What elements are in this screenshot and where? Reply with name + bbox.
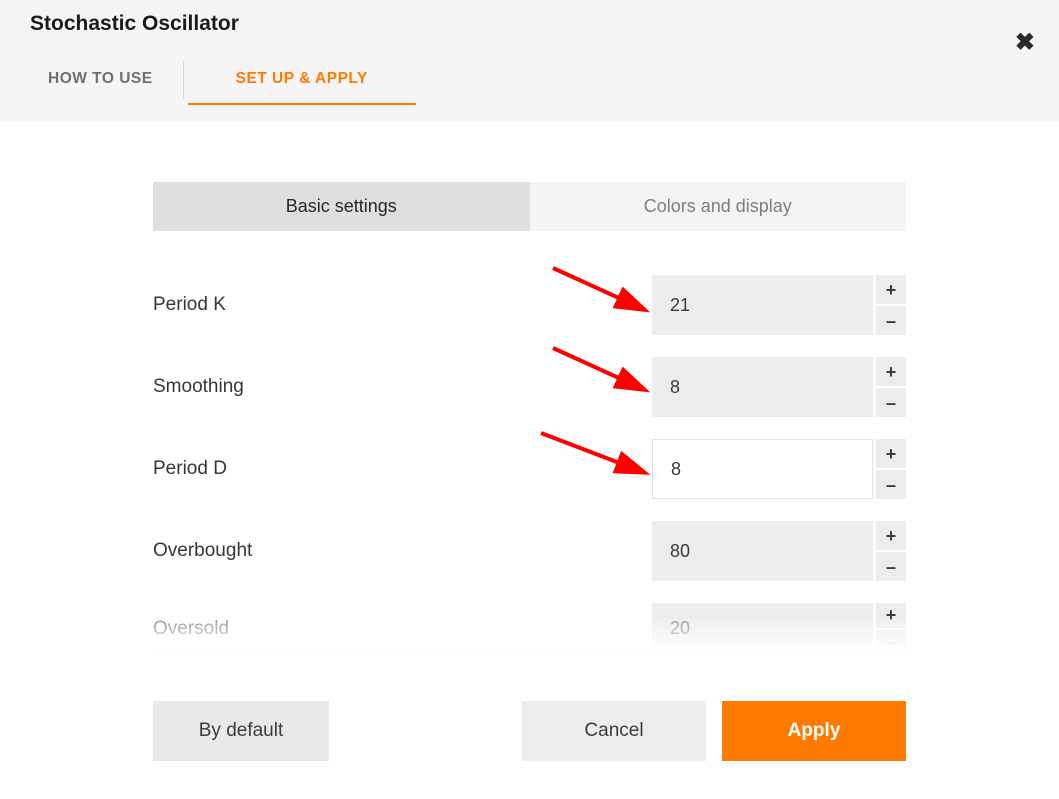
label-period-k: Period K [153,294,652,316]
label-overbought: Overbought [153,540,652,562]
tab-separator [183,61,184,99]
by-default-button[interactable]: By default [153,701,329,761]
tab-how-to-use[interactable]: HOW TO USE [30,56,179,104]
row-oversold: Oversold + – [153,603,906,655]
subtab-colors-display[interactable]: Colors and display [530,182,907,231]
plus-icon[interactable]: + [876,275,906,304]
tab-setup-apply[interactable]: SET UP & APPLY [188,56,416,104]
minus-icon[interactable]: – [876,552,906,581]
cancel-button[interactable]: Cancel [522,701,706,761]
stepper-period-k: + – [876,275,906,335]
row-overbought: Overbought + – [153,521,906,581]
dialog-title: Stochastic Oscillator [30,12,1029,36]
label-smoothing: Smoothing [153,376,652,398]
subtab-basic-settings[interactable]: Basic settings [153,182,530,231]
dialog-body: Basic settings Colors and display Period… [0,122,1059,761]
row-smoothing: Smoothing + – [153,357,906,417]
row-period-k: Period K + – [153,275,906,335]
input-smoothing[interactable] [652,357,873,417]
input-overbought[interactable] [652,521,873,581]
input-period-d[interactable] [652,439,873,499]
header-tabs: HOW TO USE SET UP & APPLY [30,56,1029,104]
plus-icon[interactable]: + [876,521,906,550]
input-oversold[interactable] [652,603,873,655]
input-period-k[interactable] [652,275,873,335]
label-oversold: Oversold [153,618,652,640]
stepper-smoothing: + – [876,357,906,417]
plus-icon[interactable]: + [876,357,906,386]
plus-icon[interactable]: + [876,603,906,628]
label-period-d: Period D [153,458,652,480]
settings-fields: Period K + – Smoothing + [153,275,906,655]
apply-button[interactable]: Apply [722,701,906,761]
dialog-footer: By default Cancel Apply [153,701,906,761]
stepper-oversold: + – [876,603,906,655]
stepper-period-d: + – [876,439,906,499]
minus-icon[interactable]: – [876,306,906,335]
row-period-d: Period D + – [153,439,906,499]
dialog-header: Stochastic Oscillator ✖ HOW TO USE SET U… [0,0,1059,122]
minus-icon[interactable]: – [876,470,906,499]
stepper-overbought: + – [876,521,906,581]
minus-icon[interactable]: – [876,630,906,655]
close-icon[interactable]: ✖ [1015,28,1035,57]
minus-icon[interactable]: – [876,388,906,417]
plus-icon[interactable]: + [876,439,906,468]
subtabs: Basic settings Colors and display [153,182,906,231]
